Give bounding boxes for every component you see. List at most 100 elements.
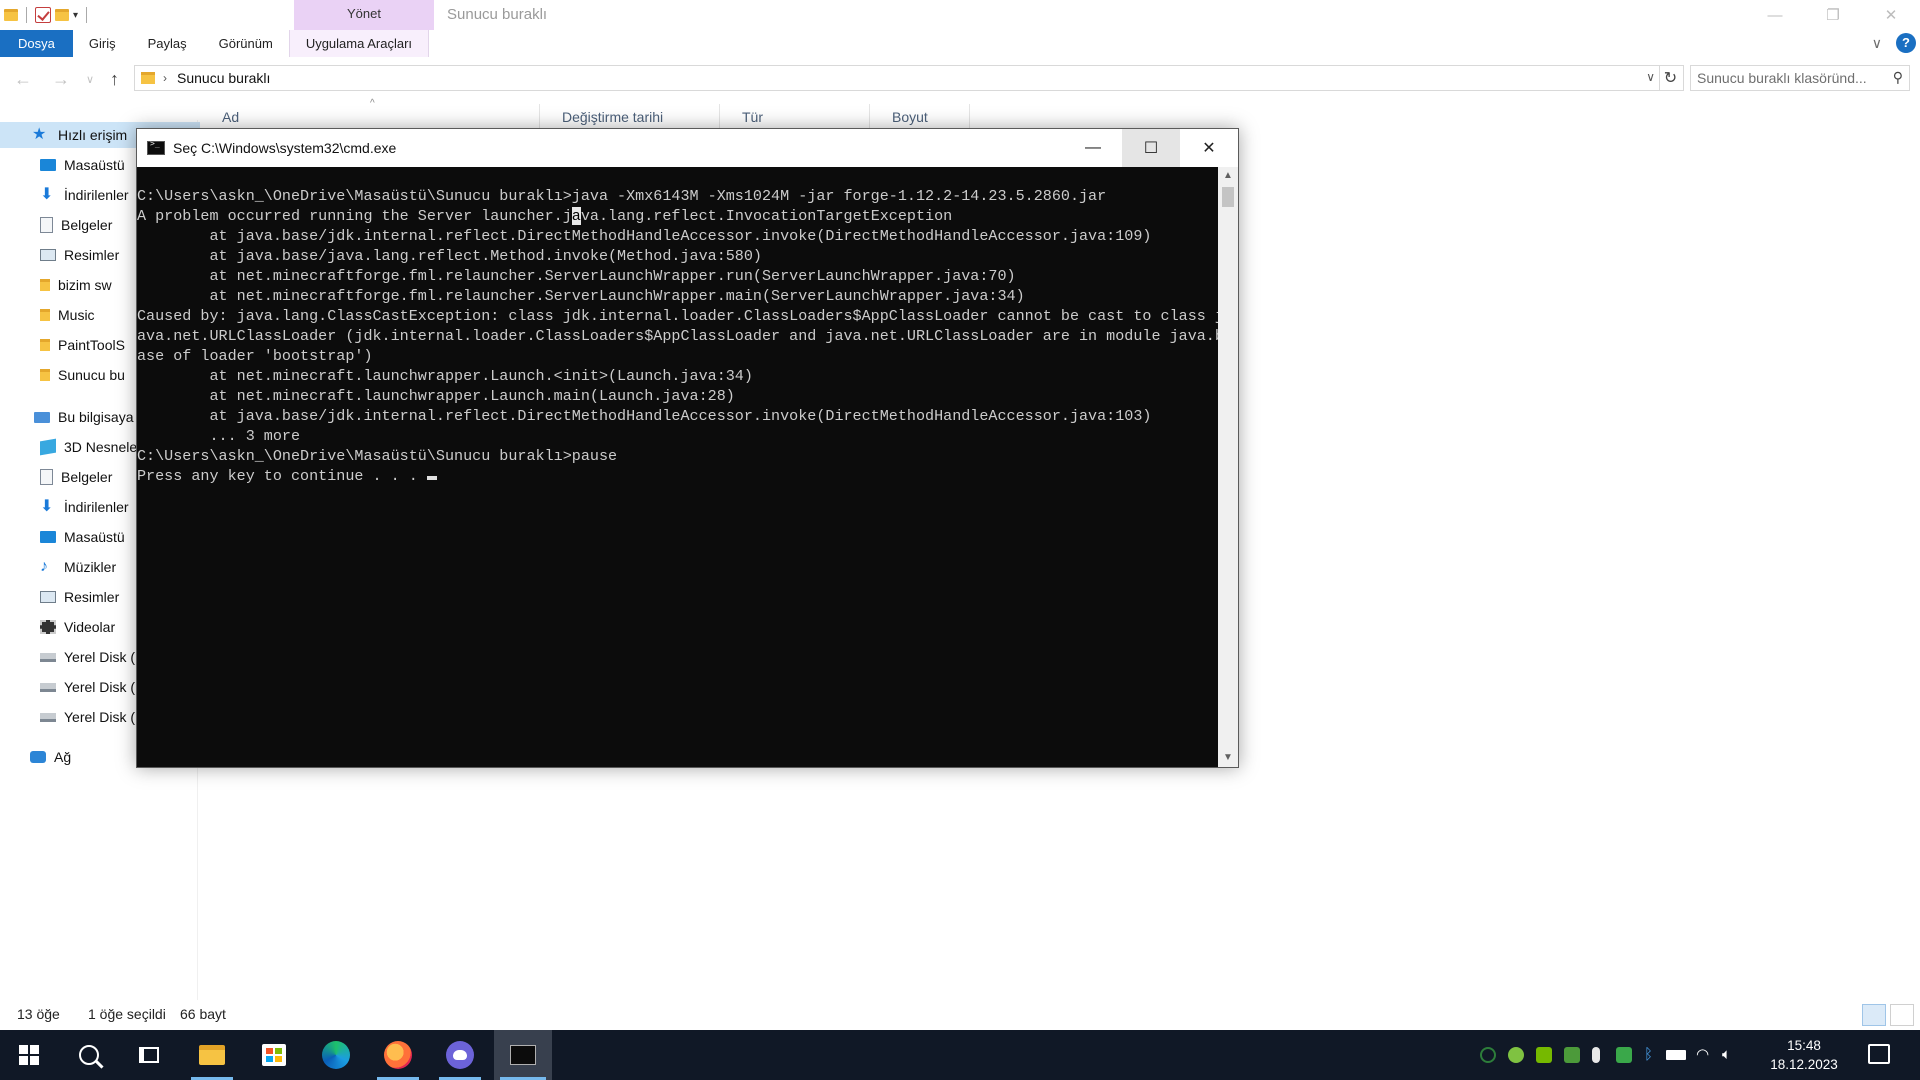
sidebar-item-3d-objects[interactable]: 3D Nesnele xyxy=(40,434,140,460)
minimize-button[interactable]: — xyxy=(1064,129,1122,167)
wifi-icon[interactable]: ◠ xyxy=(1696,1047,1714,1063)
folder-icon xyxy=(40,339,50,351)
restore-button[interactable]: ❐ xyxy=(1804,0,1862,30)
close-button[interactable]: ✕ xyxy=(1180,129,1238,167)
column-type[interactable]: Tür xyxy=(720,104,870,130)
sidebar-item-painttools[interactable]: PaintToolS xyxy=(40,332,140,358)
quick-access-toolbar: ▾ xyxy=(0,0,91,30)
tab-application-tools[interactable]: Uygulama Araçları xyxy=(288,30,430,57)
taskbar-store[interactable] xyxy=(245,1030,303,1080)
scroll-down-icon[interactable]: ▼ xyxy=(1218,749,1238,767)
volume-icon[interactable]: 🔈︎ xyxy=(1722,1047,1740,1063)
sidebar-item-desktop-pc[interactable]: Masaüstü xyxy=(40,524,140,550)
minimize-button[interactable]: — xyxy=(1746,0,1804,30)
taskbar-clock[interactable]: 15:48 18.12.2023 xyxy=(1766,1036,1842,1074)
maximize-button[interactable]: ☐ xyxy=(1122,129,1180,167)
close-button[interactable]: ✕ xyxy=(1862,0,1920,30)
help-icon[interactable]: ? xyxy=(1896,33,1916,53)
sidebar-item-label: bizim sw xyxy=(58,277,112,293)
sidebar-item-local-disk-2[interactable]: Yerel Disk ( xyxy=(40,674,140,700)
task-view-button[interactable] xyxy=(120,1030,178,1080)
tray-app-icon[interactable] xyxy=(1480,1047,1496,1063)
scroll-up-icon[interactable]: ▲ xyxy=(1218,167,1238,185)
nvidia-icon[interactable] xyxy=(1536,1047,1552,1063)
console-line: ase of loader 'bootstrap') xyxy=(137,347,373,365)
sidebar-item-music-folder[interactable]: Music xyxy=(40,302,140,328)
disk-icon xyxy=(40,682,56,692)
microphone-icon[interactable] xyxy=(1592,1047,1600,1063)
large-icons-view-icon[interactable] xyxy=(1890,1004,1914,1026)
vpn-icon[interactable] xyxy=(1508,1047,1524,1063)
ribbon-tabs: Dosya Giriş Paylaş Görünüm Uygulama Araç… xyxy=(0,30,1920,57)
sidebar-item-local-disk-1[interactable]: Yerel Disk ( xyxy=(40,644,140,670)
tab-file[interactable]: Dosya xyxy=(0,30,73,57)
address-bar[interactable]: › Sunucu buraklı ∨ xyxy=(134,65,1660,91)
cmd-titlebar[interactable]: Seç C:\Windows\system32\cmd.exe — ☐ ✕ xyxy=(137,129,1238,167)
up-icon[interactable]: ↑ xyxy=(110,69,119,90)
taskbar-discord[interactable] xyxy=(431,1030,489,1080)
chevron-down-icon[interactable]: ∨ xyxy=(1646,70,1655,84)
tab-home[interactable]: Giriş xyxy=(73,30,132,57)
sidebar-item-sunucu[interactable]: Sunucu bu xyxy=(40,362,140,388)
chevron-right-icon[interactable]: › xyxy=(163,71,167,85)
star-icon: ★ xyxy=(32,126,47,143)
back-icon[interactable]: ← xyxy=(14,69,32,90)
sidebar-item-pictures-pc[interactable]: Resimler xyxy=(40,584,140,610)
forward-icon[interactable]: → xyxy=(52,69,70,90)
console-output[interactable]: C:\Users\askn_\OneDrive\Masaüstü\Sunucu … xyxy=(137,167,1219,767)
column-size[interactable]: Boyut xyxy=(870,104,970,130)
sidebar-item-music-pc[interactable]: ♪ Müzikler xyxy=(40,554,140,580)
folder-icon xyxy=(40,369,50,381)
start-button[interactable] xyxy=(0,1030,58,1080)
sidebar-item-this-pc[interactable]: Bu bilgisaya xyxy=(34,404,140,430)
sidebar-item-label: Yerel Disk ( xyxy=(64,679,136,695)
tab-manage[interactable]: Yönet xyxy=(294,0,434,30)
notification-icon[interactable] xyxy=(1868,1044,1890,1064)
battery-icon[interactable] xyxy=(1666,1050,1686,1060)
tab-view[interactable]: Görünüm xyxy=(203,30,289,57)
taskbar: ᛒ ◠ 🔈︎ 15:48 18.12.2023 xyxy=(0,1030,1920,1080)
console-line: at net.minecraft.launchwrapper.Launch.<i… xyxy=(137,367,753,385)
sidebar-item-network[interactable]: Ağ xyxy=(30,744,140,770)
tray-app-icon[interactable] xyxy=(1616,1047,1632,1063)
download-icon: ⬇ xyxy=(40,498,54,515)
view-switcher xyxy=(1862,1004,1914,1026)
sidebar-item-label: Belgeler xyxy=(61,217,113,233)
taskbar-search-button[interactable] xyxy=(60,1030,118,1080)
tray-app-icon[interactable] xyxy=(1564,1047,1580,1063)
details-view-icon[interactable] xyxy=(1862,1004,1886,1026)
new-folder-icon[interactable] xyxy=(55,9,69,21)
refresh-icon[interactable]: ↻ xyxy=(1658,65,1684,91)
sidebar-item-desktop[interactable]: Masaüstü xyxy=(40,152,140,178)
bluetooth-icon[interactable]: ᛒ xyxy=(1644,1047,1654,1063)
column-name[interactable]: Ad xyxy=(200,104,540,130)
column-date-modified[interactable]: Değiştirme tarihi xyxy=(540,104,720,130)
customize-toolbar-icon[interactable]: ▾ xyxy=(73,10,78,21)
sidebar-item-downloads[interactable]: ⬇ İndirilenler xyxy=(40,182,140,208)
sidebar-item-pictures[interactable]: Resimler xyxy=(40,242,140,268)
sidebar-item-videos[interactable]: Videolar xyxy=(40,614,140,640)
breadcrumb[interactable]: Sunucu buraklı xyxy=(177,70,270,86)
expand-ribbon-icon[interactable]: ∨ xyxy=(1872,35,1882,52)
sidebar-item-documents[interactable]: Belgeler xyxy=(40,212,140,238)
divider xyxy=(26,7,27,23)
vertical-scrollbar[interactable]: ▲ ▼ xyxy=(1218,167,1238,767)
taskbar-file-explorer[interactable] xyxy=(183,1030,241,1080)
properties-icon[interactable] xyxy=(35,7,51,23)
taskbar-cmd[interactable] xyxy=(494,1030,552,1080)
sidebar-item-bizim-sw[interactable]: bizim sw xyxy=(40,272,140,298)
taskbar-firefox[interactable] xyxy=(369,1030,427,1080)
navigation-pane: ★ Hızlı erişim Masaüstü ⬇ İndirilenler Bel… xyxy=(0,120,200,765)
recent-locations-icon[interactable]: ∨ xyxy=(86,73,94,86)
video-icon xyxy=(40,620,56,634)
sidebar-item-local-disk-3[interactable]: Yerel Disk ( xyxy=(40,704,140,730)
sidebar-item-documents-pc[interactable]: Belgeler xyxy=(40,464,140,490)
scrollbar-thumb[interactable] xyxy=(1222,187,1234,207)
folder-icon xyxy=(4,9,18,21)
documents-icon xyxy=(40,469,53,485)
tab-share[interactable]: Paylaş xyxy=(132,30,203,57)
search-input[interactable]: Sunucu buraklı klasöründ... ⚲ xyxy=(1690,65,1910,91)
cmd-window-controls: — ☐ ✕ xyxy=(1064,129,1238,167)
taskbar-edge[interactable] xyxy=(307,1030,365,1080)
sidebar-item-downloads-pc[interactable]: ⬇ İndirilenler xyxy=(40,494,140,520)
